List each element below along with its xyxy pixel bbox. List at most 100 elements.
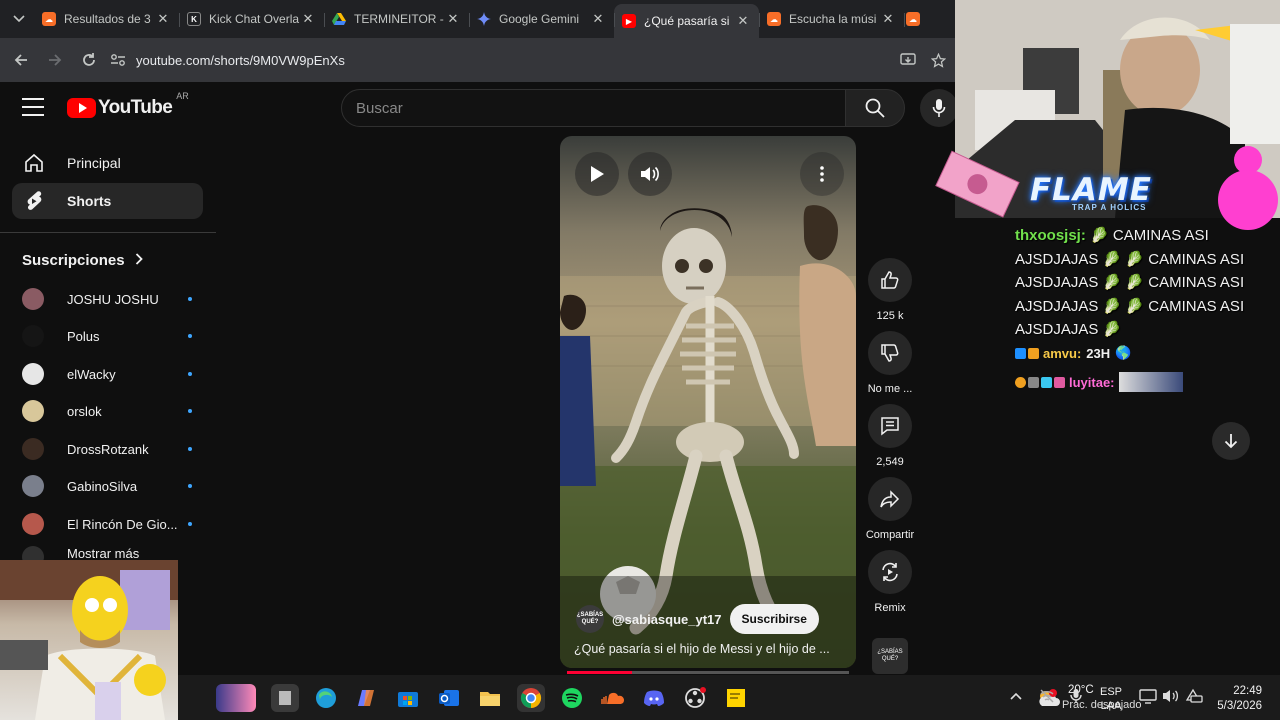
soundcloud-icon: ☁ (906, 12, 920, 26)
share-action: Compartir (864, 477, 916, 541)
microphone-tray-icon[interactable] (1070, 688, 1082, 707)
browser-tab[interactable]: K Kick Chat Overla ✕ (179, 4, 324, 34)
more-vertical-icon (820, 166, 824, 182)
file-viewer-icon[interactable] (271, 684, 299, 712)
browser-tab[interactable]: TERMINEITOR - ✕ (324, 4, 469, 34)
store-icon[interactable] (394, 684, 422, 712)
gemini-icon (477, 12, 491, 26)
subscribe-button[interactable]: Suscribirse (729, 604, 819, 634)
close-icon[interactable]: ✕ (590, 11, 606, 27)
video-progress-bar[interactable] (567, 671, 849, 674)
reload-button[interactable] (72, 43, 106, 77)
sidebar-item-shorts[interactable]: Shorts (12, 183, 203, 219)
new-content-dot (188, 522, 192, 526)
network-off-icon[interactable] (1039, 688, 1055, 707)
sound-thumbnail[interactable]: ¿SABÍAS QUÉ? (864, 638, 916, 674)
dislike-button[interactable] (868, 331, 912, 375)
battery-icon[interactable] (1185, 688, 1203, 707)
subscription-item[interactable]: DrossRotzank (22, 434, 192, 464)
more-options-button[interactable] (800, 152, 844, 196)
obs-icon[interactable] (681, 684, 709, 712)
close-icon[interactable]: ✕ (155, 11, 171, 27)
search-button[interactable] (845, 89, 905, 127)
bookmark-button[interactable] (923, 45, 953, 75)
close-icon[interactable]: ✕ (735, 13, 751, 29)
channel-handle[interactable]: @sabiasque_yt17 (612, 612, 722, 627)
site-info-icon[interactable] (110, 53, 126, 67)
sidebar-item-principal[interactable]: Principal (12, 145, 203, 181)
subscription-item[interactable]: JOSHU JOSHU (22, 284, 192, 314)
channel-avatar[interactable]: ¿SABÍAS QUÉ? (576, 605, 604, 633)
copilot-icon[interactable] (353, 684, 381, 712)
tab-title: Google Gemini (499, 12, 580, 26)
dislike-icon (881, 344, 899, 362)
arrow-right-icon (49, 54, 62, 66)
share-icon (880, 490, 900, 508)
short-title[interactable]: ¿Qué pasaría si el hijo de Messi y el hi… (574, 642, 846, 656)
remix-button[interactable] (868, 550, 912, 594)
back-button[interactable] (4, 43, 38, 77)
subscriptions-heading[interactable]: Suscripciones (22, 252, 143, 269)
subscription-item[interactable]: elWacky (22, 359, 192, 389)
channel-name: GabinoSilva (67, 478, 138, 494)
edge-browser-icon[interactable] (312, 684, 340, 712)
play-button[interactable] (575, 152, 619, 196)
kick-icon: K (187, 12, 201, 26)
leaf-emote-icon: 🥬 (1102, 274, 1122, 292)
address-bar[interactable]: youtube.com/shorts/9M0VW9pEnXs (110, 43, 887, 77)
subscription-item[interactable]: El Rincón De Gio... (22, 509, 192, 539)
close-icon[interactable]: ✕ (445, 11, 461, 27)
subscription-item[interactable]: Polus (22, 321, 192, 351)
channel-name: orslok (67, 403, 102, 419)
tab-search-button[interactable] (4, 5, 34, 33)
forward-button[interactable] (38, 43, 72, 77)
youtube-logo[interactable]: YouTube AR (67, 91, 189, 119)
subscription-item[interactable]: orslok (22, 396, 192, 426)
channel-name: Polus (67, 328, 100, 344)
widgets-icon[interactable] (216, 684, 256, 712)
remix-label: Remix (874, 602, 906, 614)
volume-button[interactable] (628, 152, 672, 196)
like-button[interactable] (868, 258, 912, 302)
chrome-icon[interactable] (517, 684, 545, 712)
menu-icon[interactable] (22, 98, 44, 116)
tray-overflow-icon[interactable] (1010, 688, 1022, 703)
close-icon[interactable]: ✕ (880, 11, 896, 27)
close-icon[interactable]: ✕ (300, 11, 316, 27)
short-video-player[interactable]: ¿SABÍAS QUÉ? @sabiasque_yt17 Suscribirse… (560, 136, 856, 668)
install-app-button[interactable] (893, 45, 923, 75)
dislike-action: No me ... (864, 331, 916, 395)
star-icon (930, 52, 946, 68)
chat-username: thxoosjsj: (1015, 227, 1086, 244)
voice-search-button[interactable] (920, 89, 958, 127)
badge-icon (1015, 376, 1026, 388)
input-language[interactable]: ESP LAA (1100, 685, 1122, 713)
share-button[interactable] (868, 477, 912, 521)
search-input[interactable] (356, 99, 845, 117)
soundcloud-icon: ☁ (42, 12, 56, 26)
taskbar-clock[interactable]: 22:49 5/3/2026 (1204, 684, 1262, 714)
video-progress-fill (567, 671, 632, 674)
chat-scroll-down-button[interactable] (1212, 422, 1250, 460)
volume-tray-icon[interactable] (1162, 688, 1180, 707)
home-icon (23, 152, 45, 174)
like-icon (881, 271, 899, 289)
discord-icon[interactable] (640, 684, 668, 712)
subscription-item[interactable]: GabinoSilva (22, 471, 192, 501)
file-explorer-icon[interactable] (476, 684, 504, 712)
outlook-icon[interactable] (435, 684, 463, 712)
browser-tab[interactable]: Google Gemini ✕ (469, 4, 614, 34)
leaf-emote-icon: 🥬 (1102, 250, 1122, 268)
browser-tab-partial[interactable]: ☁ (904, 4, 924, 34)
chat-image-emote (1118, 372, 1183, 392)
browser-tab[interactable]: ☁ Escucha la músi ✕ (759, 4, 904, 34)
comments-button[interactable] (868, 404, 912, 448)
display-icon[interactable] (1139, 688, 1157, 707)
spotify-icon[interactable] (558, 684, 586, 712)
browser-tab-active[interactable]: ▶ ¿Qué pasaría si ✕ (614, 4, 759, 38)
sticky-notes-icon[interactable] (722, 684, 750, 712)
sidebar: Principal Shorts Suscripciones JOSHU JOS… (0, 144, 216, 566)
soundcloud-taskbar-icon[interactable] (599, 684, 627, 712)
video-frame (560, 205, 856, 668)
browser-tab[interactable]: ☁ Resultados de 3 ✕ (34, 4, 179, 34)
